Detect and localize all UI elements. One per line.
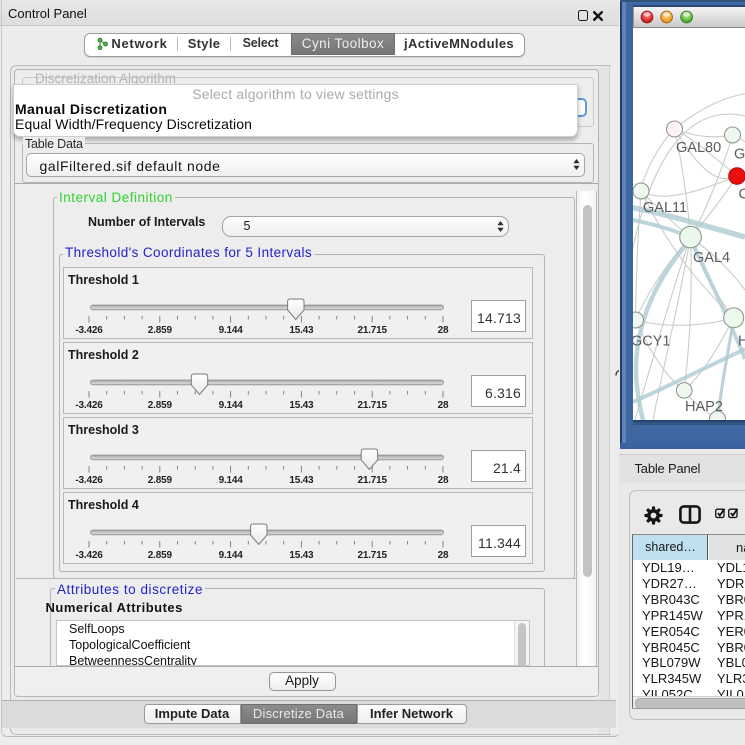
svg-text:GA: GA	[734, 147, 745, 163]
svg-text:HAP2: HAP2	[685, 399, 723, 415]
svg-text:HA: HA	[738, 334, 745, 350]
svg-text:CY: CY	[739, 187, 745, 203]
svg-text:GAL11: GAL11	[643, 200, 687, 216]
svg-text:GAL80: GAL80	[676, 140, 721, 156]
svg-text:GAL4: GAL4	[693, 250, 730, 266]
svg-text:GCY1: GCY1	[633, 334, 671, 350]
